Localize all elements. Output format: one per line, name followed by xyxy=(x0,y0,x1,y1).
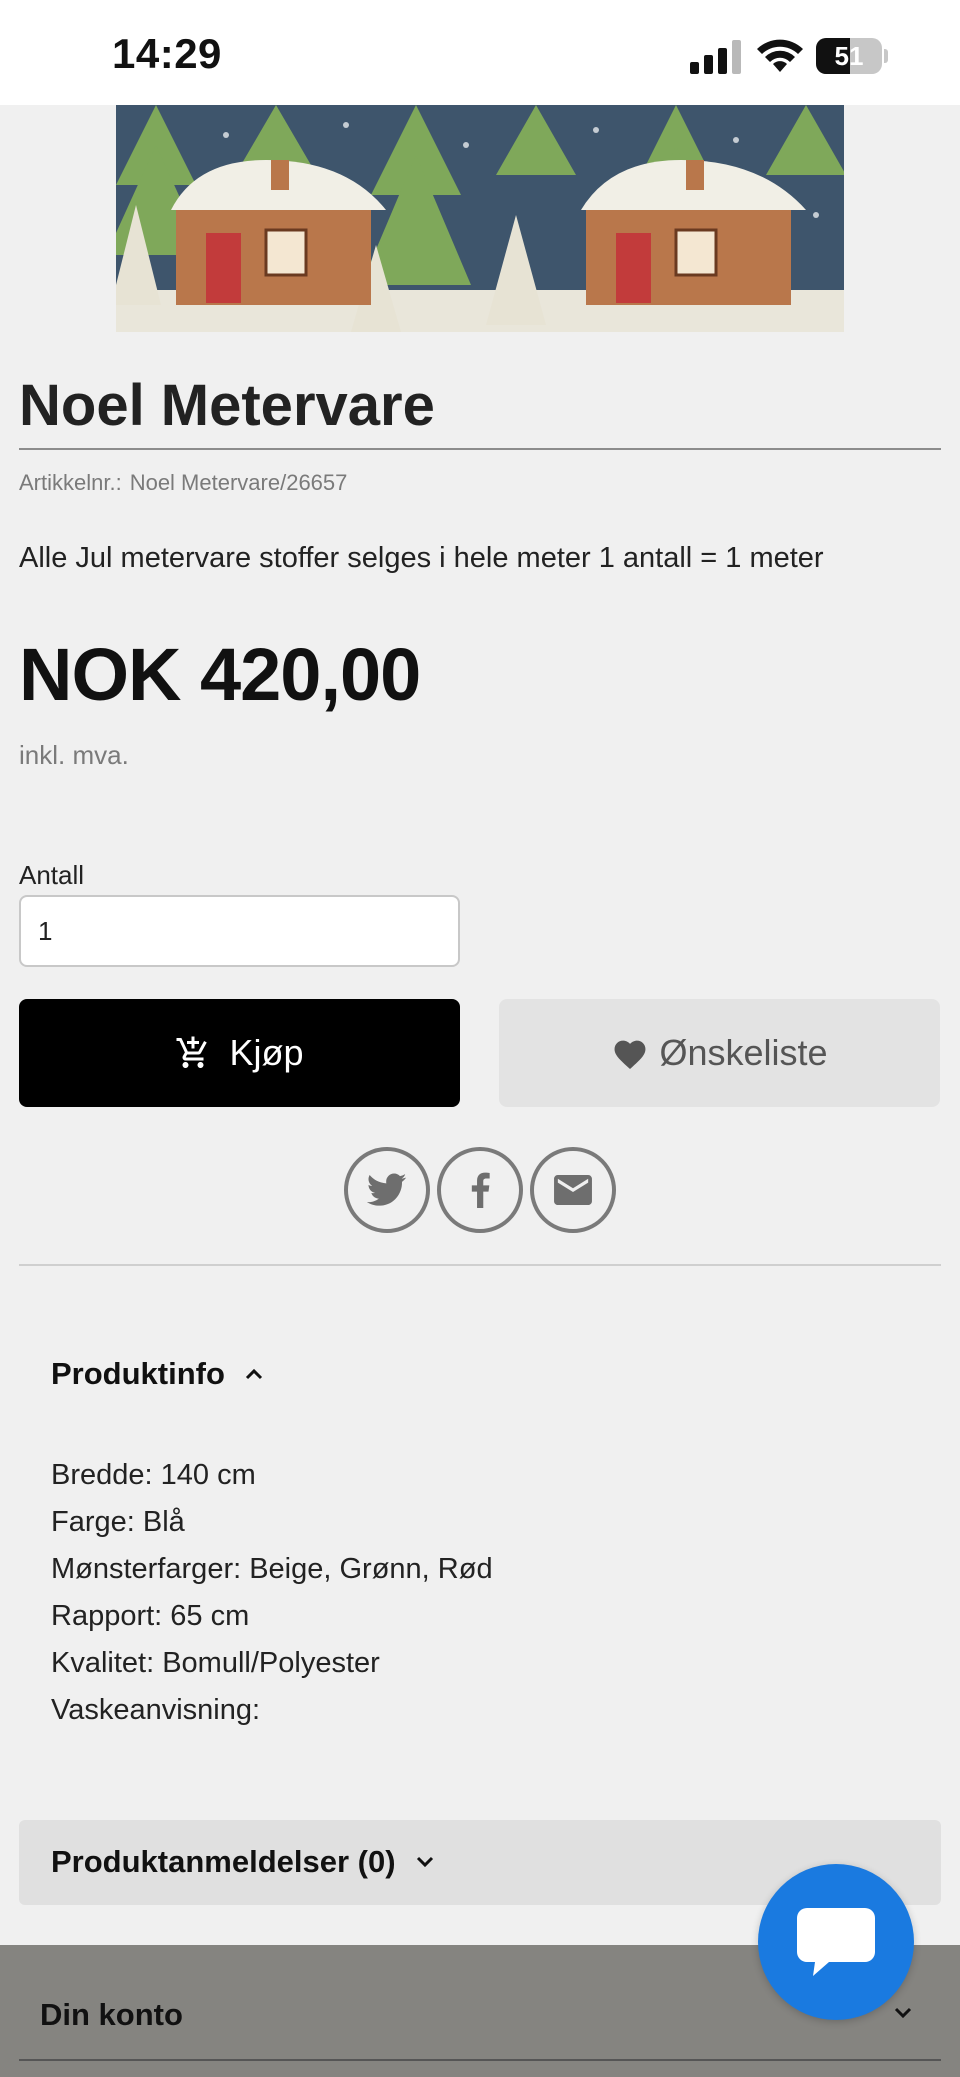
title-divider xyxy=(19,448,941,450)
product-info-line: Mønsterfarger: Beige, Grønn, Rød xyxy=(51,1553,493,1585)
product-info-line: Kvalitet: Bomull/Polyester xyxy=(51,1647,380,1679)
share-twitter-button[interactable] xyxy=(344,1147,430,1233)
chevron-down-icon xyxy=(416,1856,433,1868)
share-facebook-button[interactable] xyxy=(437,1147,523,1233)
heart-icon xyxy=(614,1040,646,1069)
chevron-up-icon xyxy=(245,1368,262,1380)
battery-icon: 51 xyxy=(816,38,888,74)
sku-label: Artikkelnr.: xyxy=(19,470,122,495)
sku: Artikkelnr.: Noel Metervare/26657 xyxy=(19,470,347,496)
wishlist-button-label: Ønskeliste xyxy=(659,1032,828,1073)
reviews-heading: Produktanmeldelser (0) xyxy=(51,1844,396,1879)
chat-button[interactable] xyxy=(758,1864,914,2020)
wishlist-button[interactable]: Ønskeliste xyxy=(499,999,940,1107)
email-icon xyxy=(554,1175,592,1205)
share-divider xyxy=(19,1264,941,1266)
vat-note: inkl. mva. xyxy=(19,740,129,770)
buy-button[interactable]: Kjøp xyxy=(19,999,460,1107)
product-image xyxy=(116,105,844,332)
share-email-button[interactable] xyxy=(530,1147,616,1233)
quantity-input[interactable] xyxy=(19,895,460,967)
buy-button-label: Kjøp xyxy=(229,1032,304,1073)
footer-account-label: Din konto xyxy=(40,1997,183,2032)
product-price: NOK 420,00 xyxy=(19,633,421,716)
product-title: Noel Metervare xyxy=(19,373,435,438)
wifi-icon xyxy=(757,39,803,72)
quantity-label: Antall xyxy=(19,860,85,890)
status-time: 14:29 xyxy=(112,30,222,77)
cellular-signal-icon xyxy=(690,40,741,74)
facebook-icon xyxy=(471,1172,490,1208)
product-info-heading: Produktinfo xyxy=(51,1356,225,1391)
product-info-line: Rapport: 65 cm xyxy=(51,1600,250,1632)
chevron-down-icon xyxy=(894,2007,912,2019)
add-to-cart-icon xyxy=(176,1036,208,1068)
product-info-toggle[interactable]: Produktinfo xyxy=(51,1356,263,1392)
chat-bubble-icon xyxy=(797,1908,875,1976)
product-info-line: Farge: Blå xyxy=(51,1506,185,1538)
product-info-list: Bredde: 140 cm Farge: Blå Mønsterfarger:… xyxy=(51,1452,493,1734)
status-bar: 14:29 51 xyxy=(0,0,960,105)
product-info-line: Bredde: 140 cm xyxy=(51,1459,256,1491)
footer-divider xyxy=(19,2059,941,2061)
product-description: Alle Jul metervare stoffer selges i hele… xyxy=(19,542,824,574)
sku-value: Noel Metervare/26657 xyxy=(129,470,348,495)
battery-level: 51 xyxy=(834,41,864,71)
twitter-icon xyxy=(367,1173,407,1206)
product-info-line: Vaskeanvisning: xyxy=(51,1694,261,1726)
